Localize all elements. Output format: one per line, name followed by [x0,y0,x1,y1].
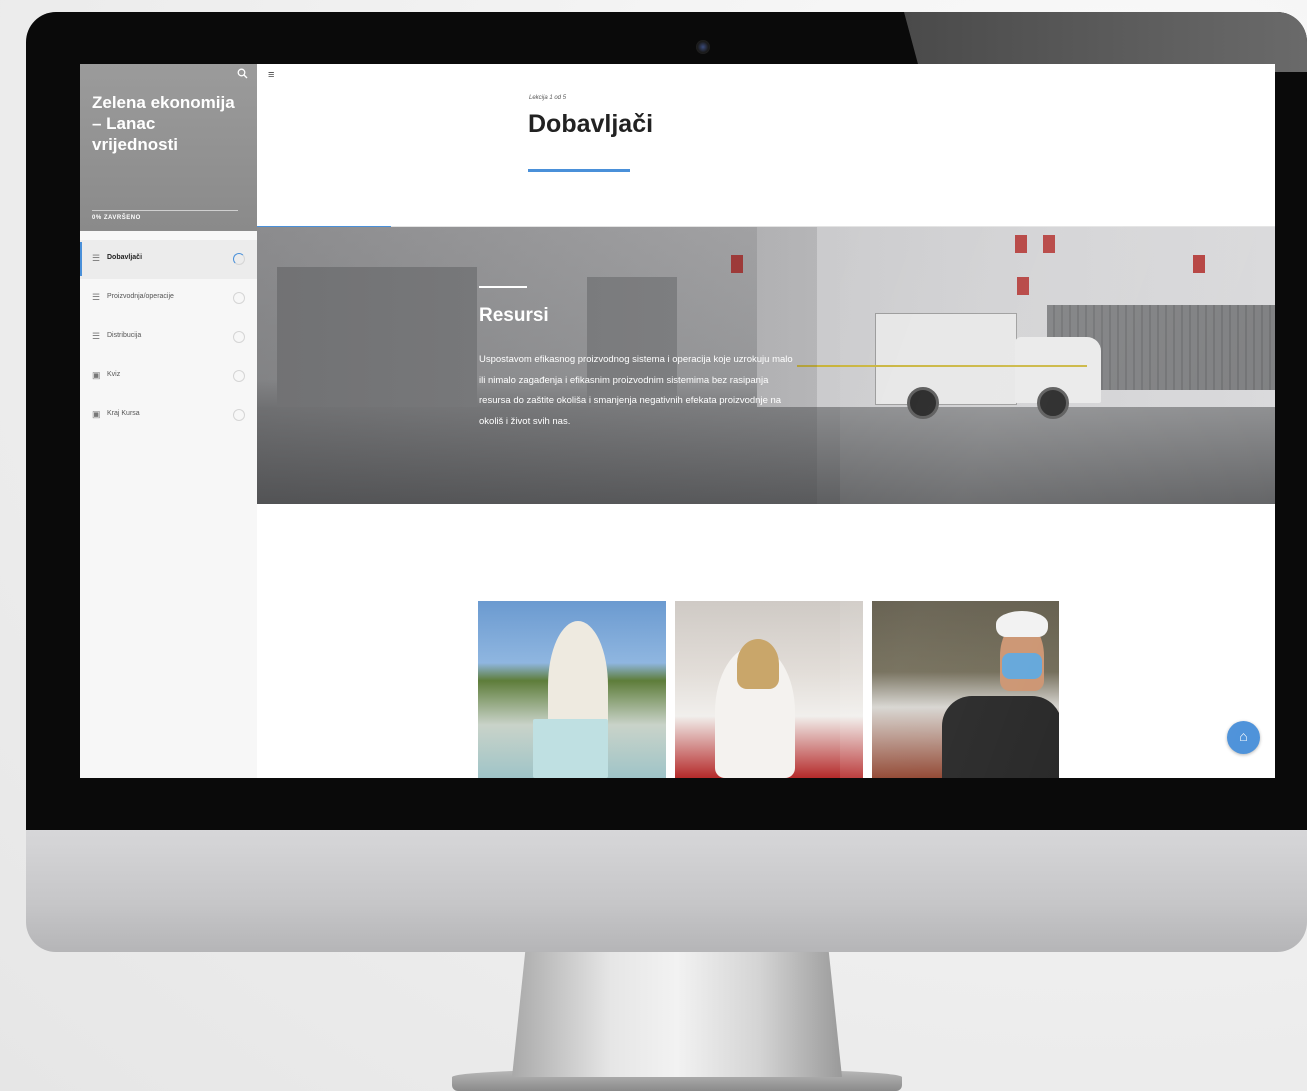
text-lines-icon: ☰ [92,253,101,263]
quiz-icon: ▣ [92,370,101,380]
hero-divider [479,286,527,288]
hero-banner: Resursi Uspostavom efikasnog proizvodnog… [257,227,1275,504]
progress-circle-icon [233,331,245,343]
page-title: Dobavljači [528,110,654,138]
sidebar: Zelena ekonomija – Lanac vrijednosti 0% … [80,64,257,778]
hamburger-menu-icon[interactable]: ≡ [268,70,278,81]
wall-marker [1193,255,1205,273]
sidebar-item-kraj-kursa[interactable]: ▣ Kraj Kursa [80,396,257,435]
lab-worker-photo [675,601,863,778]
screen: Zelena ekonomija – Lanac vrijednosti 0% … [80,64,1275,778]
home-button[interactable]: ⌂ [1227,721,1260,754]
sidebar-header: Zelena ekonomija – Lanac vrijednosti 0% … [80,64,257,231]
sidebar-item-label: Kraj Kursa [107,410,140,417]
wall-marker [1015,235,1027,253]
progress-circle-icon [233,370,245,382]
monitor-stand [512,952,842,1077]
beehive [533,719,608,778]
search-icon[interactable] [237,68,251,82]
progress-circle-icon [233,409,245,421]
sidebar-item-distribucija[interactable]: ☰ Distribucija [80,318,257,357]
hero-title: Resursi [479,305,549,326]
worker-body [942,696,1059,778]
lesson-counter: Lekcija 1 od 5 [529,95,567,101]
hero-text: Uspostavom efikasnog proizvodnog sistema… [479,354,793,427]
truck-box [875,313,1017,405]
sidebar-item-label: Dobavljači [107,254,143,261]
sidebar-item-label: Kviz [107,371,121,378]
sidebar-item-kviz[interactable]: ▣ Kviz [80,357,257,396]
wall-marker [1017,277,1029,295]
quiz-icon: ▣ [92,409,101,419]
text-lines-icon: ☰ [92,292,101,302]
progress-label: 0% ZAVRŠENO [92,215,141,221]
sidebar-item-label: Proizvodnja/operacije [107,293,174,300]
face-mask [1002,653,1042,679]
bezel-reflection [904,12,1307,72]
lesson-list: ☰ Dobavljači ☰ Proizvodnja/operacije ☰ D… [80,240,257,435]
progress-circle-icon [233,292,245,304]
sidebar-item-dobavljaci[interactable]: ☰ Dobavljači [80,240,257,279]
truck-wheel [1037,387,1069,419]
progress-divider [92,210,238,211]
text-lines-icon: ☰ [92,331,101,341]
title-underline [528,169,630,172]
course-title: Zelena ekonomija – Lanac vrijednosti [92,93,235,154]
progress-circle-icon [233,253,245,265]
worker-hair [737,639,779,689]
beekeeper-photo [478,601,666,778]
factory-worker-photo [872,601,1059,778]
truck-wheel [907,387,939,419]
hairnet [996,611,1048,637]
monitor-chin [26,830,1307,952]
sidebar-item-label: Distribucija [107,332,142,339]
safety-rail [797,365,1087,367]
sidebar-item-proizvodnja[interactable]: ☰ Proizvodnja/operacije [80,279,257,318]
wall-marker [1043,235,1055,253]
camera-icon [696,40,710,54]
home-icon: ⌂ [1239,728,1248,744]
